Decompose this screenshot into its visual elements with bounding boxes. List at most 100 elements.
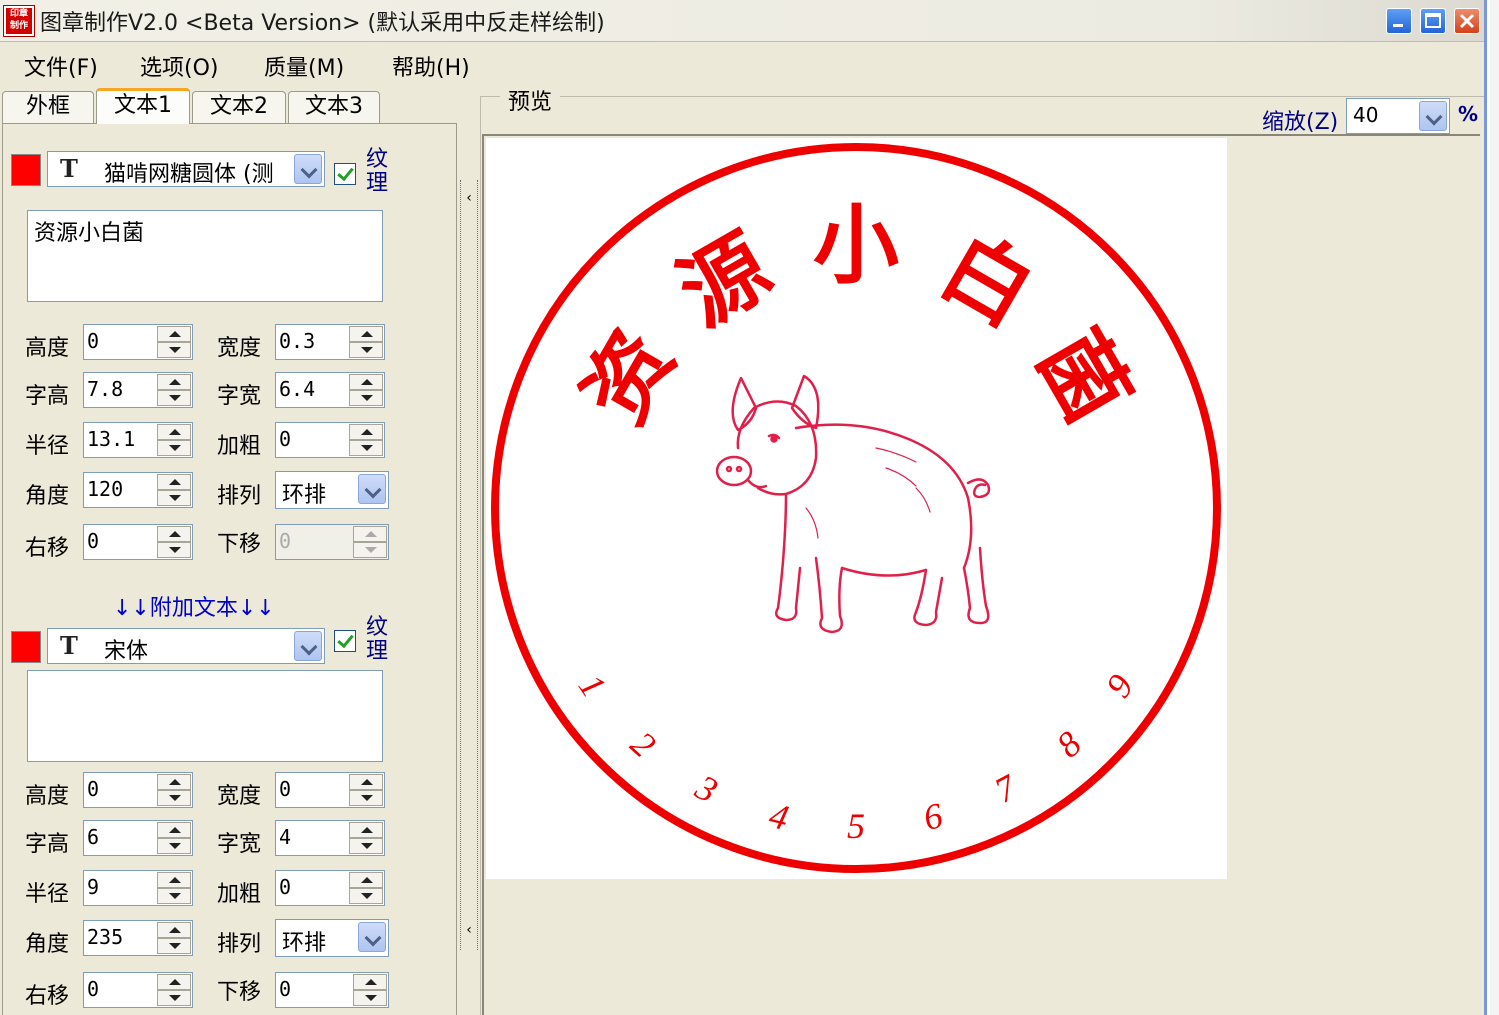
spin-down-icon[interactable] [349, 838, 383, 854]
stamp-canvas[interactable]: 资源小白菌 1234 5 6789 [486, 138, 1227, 879]
spin-up-icon[interactable] [349, 374, 383, 390]
menu-help[interactable]: 帮助(H) [392, 50, 470, 82]
stamp-top-char: 白 [925, 216, 1049, 346]
spin-down-icon[interactable] [349, 342, 383, 358]
spin-value: 0 [279, 529, 292, 553]
chevron-down-icon[interactable] [1419, 101, 1447, 131]
stamp-bottom-digit: 9 [1098, 667, 1141, 704]
collapse-left-icon[interactable]: ‹ [463, 188, 475, 208]
menu-file[interactable]: 文件(F) [24, 50, 98, 82]
extra-radius-spinner[interactable]: 9 [83, 870, 193, 906]
spin-up-icon[interactable] [349, 774, 383, 790]
panel-splitter[interactable]: ‹ ‹ [460, 180, 478, 950]
text1-bold-spinner[interactable]: 0 [275, 422, 385, 458]
extra-angle-spinner[interactable]: 235 [83, 920, 193, 956]
stamp-preview: 资源小白菌 1234 5 6789 [491, 143, 1221, 873]
close-button[interactable] [1454, 8, 1480, 34]
stamp-bottom-digit: 4 [765, 795, 792, 838]
spin-down-icon[interactable] [349, 390, 383, 406]
spin-down-icon[interactable] [157, 790, 191, 806]
spin-value: 0.3 [279, 329, 316, 353]
text1-color-swatch[interactable] [11, 154, 41, 186]
tab-text1[interactable]: 文本1 [96, 88, 190, 124]
extra-height-label: 高度 [25, 784, 70, 809]
spin-value: 0 [87, 529, 100, 553]
extra-angle-label: 角度 [25, 932, 70, 957]
tab-text3[interactable]: 文本3 [288, 91, 380, 123]
text1-font-combo[interactable]: T 猫啃网糖圆体 (测 [47, 151, 325, 187]
spin-down-icon[interactable] [157, 390, 191, 406]
text1-char-height-spinner[interactable]: 7.8 [83, 372, 193, 408]
text1-arrange-select[interactable]: 环排 [275, 471, 389, 509]
extra-width-spinner[interactable]: 0 [275, 772, 385, 808]
spin-down-icon[interactable] [349, 790, 383, 806]
spin-down-icon[interactable] [353, 990, 387, 1006]
text1-angle-spinner[interactable]: 120 [83, 472, 193, 508]
spin-up-icon[interactable] [349, 822, 383, 838]
spin-up-icon[interactable] [157, 526, 191, 542]
spin-down-icon[interactable] [349, 888, 383, 904]
spin-down-icon[interactable] [157, 888, 191, 904]
spin-up-icon[interactable] [157, 922, 191, 938]
chevron-down-icon[interactable] [294, 154, 322, 184]
extra-content-input[interactable] [27, 670, 383, 762]
minimize-button[interactable] [1386, 8, 1412, 34]
extra-font-combo[interactable]: T 宋体 [47, 628, 325, 664]
stamp-top-text: 资源小白菌 [564, 196, 1147, 439]
extra-char-width-spinner[interactable]: 4 [275, 820, 385, 856]
extra-bold-spinner[interactable]: 0 [275, 870, 385, 906]
spin-down-icon[interactable] [157, 440, 191, 456]
spin-down-icon[interactable] [157, 838, 191, 854]
extra-char-height-spinner[interactable]: 6 [83, 820, 193, 856]
spin-up-icon[interactable] [157, 872, 191, 888]
extra-texture-checkbox[interactable] [334, 630, 356, 652]
extra-shift-right-spinner[interactable]: 0 [83, 972, 193, 1008]
spin-up-icon[interactable] [349, 872, 383, 888]
spin-value: 0 [87, 977, 100, 1001]
spin-value: 0 [279, 777, 292, 801]
stamp-bottom-digits: 1234 5 6789 [571, 667, 1141, 846]
text1-height-spinner[interactable]: 0 [83, 324, 193, 360]
text1-char-width-spinner[interactable]: 6.4 [275, 372, 385, 408]
spin-up-icon[interactable] [157, 374, 191, 390]
extra-height-spinner[interactable]: 0 [83, 772, 193, 808]
menu-options[interactable]: 选项(O) [140, 50, 218, 82]
extra-arrange-select[interactable]: 环排 [275, 919, 389, 957]
spin-up-icon[interactable] [157, 974, 191, 990]
spin-up-icon[interactable] [157, 774, 191, 790]
extra-color-swatch[interactable] [11, 631, 41, 663]
tab-frame[interactable]: 外框 [2, 91, 94, 123]
spin-up-icon[interactable] [353, 974, 387, 990]
text1-radius-spinner[interactable]: 13.1 [83, 422, 193, 458]
tab-text2[interactable]: 文本2 [192, 91, 286, 123]
spin-down-icon[interactable] [157, 990, 191, 1006]
spin-up-icon[interactable] [157, 326, 191, 342]
maximize-button[interactable] [1420, 8, 1446, 34]
spin-down-icon[interactable] [349, 440, 383, 456]
text1-shift-right-spinner[interactable]: 0 [83, 524, 193, 560]
text1-texture-checkbox[interactable] [334, 163, 356, 185]
spin-down-icon[interactable] [157, 490, 191, 506]
zoom-select[interactable]: 40 [1346, 98, 1450, 134]
spin-up-icon[interactable] [157, 474, 191, 490]
spin-down-icon[interactable] [157, 938, 191, 954]
stamp-bottom-digit: 5 [847, 806, 865, 846]
preview-title: 预览 [500, 84, 561, 116]
spin-up-icon[interactable] [157, 424, 191, 440]
stamp-top-char: 菌 [1018, 315, 1148, 439]
spin-up-icon[interactable] [157, 822, 191, 838]
spin-up-icon[interactable] [349, 326, 383, 342]
spin-down-icon[interactable] [157, 542, 191, 558]
extra-bold-label: 加粗 [217, 882, 262, 907]
extra-shift-down-spinner[interactable]: 0 [275, 972, 389, 1008]
spin-up-icon[interactable] [349, 424, 383, 440]
chevron-down-icon[interactable] [294, 631, 322, 661]
text1-width-spinner[interactable]: 0.3 [275, 324, 385, 360]
text1-content-input[interactable]: 资源小白菌 [27, 210, 383, 302]
spin-down-icon[interactable] [157, 342, 191, 358]
chevron-down-icon[interactable] [358, 474, 386, 504]
chevron-down-icon[interactable] [358, 922, 386, 952]
stamp-top-char: 源 [663, 216, 787, 346]
collapse-left-icon[interactable]: ‹ [463, 920, 475, 940]
menu-quality[interactable]: 质量(M) [264, 50, 344, 82]
